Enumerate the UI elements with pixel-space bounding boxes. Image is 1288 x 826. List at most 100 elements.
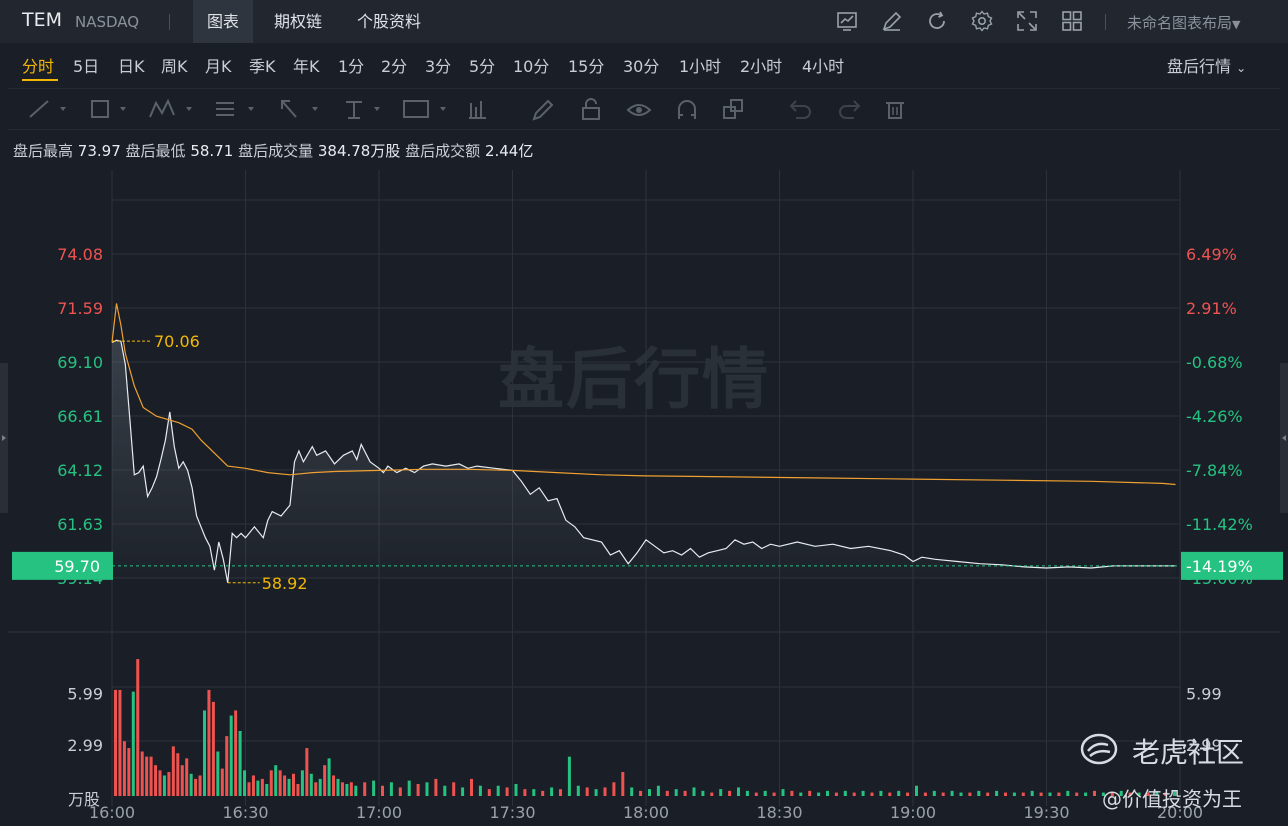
time-tick-label: 17:30 — [489, 803, 535, 822]
volume-bar — [278, 770, 282, 796]
volume-bar — [941, 792, 945, 796]
volume-bar — [300, 770, 304, 796]
volume-bar — [336, 778, 340, 796]
volume-bar — [505, 787, 509, 796]
volume-bar — [612, 782, 616, 796]
volume-bar — [323, 765, 327, 796]
volume-bar — [180, 765, 184, 796]
volume-bar — [162, 775, 166, 796]
volume-bar — [198, 775, 202, 796]
volume-bar — [826, 790, 829, 796]
volume-bar — [737, 787, 740, 796]
volume-bar — [122, 741, 126, 796]
volume-bar — [834, 792, 838, 796]
tiger-logo-icon — [1080, 733, 1118, 765]
volume-bar — [265, 784, 269, 796]
volume-bar — [292, 773, 295, 796]
volume-bar — [283, 775, 287, 796]
volume-bar — [932, 790, 936, 796]
volume-bar — [243, 770, 247, 796]
volume-bar — [550, 787, 554, 796]
volume-bar — [234, 710, 238, 796]
pct-tick-label: 2.91% — [1186, 299, 1237, 318]
time-tick-label: 19:30 — [1023, 803, 1069, 822]
price-tick-label: 71.59 — [57, 299, 103, 318]
volume-bar — [118, 689, 122, 796]
volume-bar — [140, 751, 144, 796]
volume-bar — [287, 778, 291, 796]
volume-bar — [154, 765, 158, 796]
volume-bar — [692, 787, 696, 796]
volume-bar — [354, 785, 358, 796]
volume-tick-label: 5.99 — [67, 685, 103, 704]
volume-bar — [131, 691, 135, 796]
volume-bar — [1066, 790, 1070, 796]
volume-bar — [968, 792, 972, 796]
volume-bar — [808, 790, 812, 796]
volume-bar — [461, 787, 465, 796]
pct-tick-label: -7.84% — [1186, 461, 1243, 480]
pct-tick-label: 6.49% — [1186, 245, 1237, 264]
volume-bar — [986, 792, 990, 796]
volume-bar — [309, 773, 313, 796]
volume-bar — [211, 701, 215, 796]
volume-bar — [559, 789, 562, 796]
brand-subtitle: @价值投资为王 — [1102, 787, 1242, 811]
time-tick-label: 18:00 — [623, 803, 669, 822]
volume-bar — [496, 785, 500, 796]
volume-bar — [1057, 792, 1061, 796]
volume-bar — [576, 785, 580, 796]
volume-bar — [345, 784, 349, 796]
volume-bar — [817, 792, 821, 796]
volume-bar — [772, 792, 776, 796]
volume-bar — [189, 773, 193, 796]
price-area-fill — [112, 340, 1176, 583]
volume-bar — [340, 782, 344, 796]
price-tick-label: 66.61 — [57, 407, 103, 426]
volume-bar — [487, 789, 491, 796]
volume-bar — [897, 790, 901, 796]
intraday-chart[interactable]: 74.0871.5969.1066.6164.1261.6359.146.49%… — [0, 0, 1288, 826]
volume-bar — [158, 770, 162, 796]
volume-bar — [220, 768, 224, 796]
volume-bar — [977, 790, 981, 796]
volume-bar — [176, 753, 180, 796]
volume-bar — [1021, 792, 1025, 796]
volume-bar — [194, 778, 198, 796]
volume-bar — [185, 758, 189, 796]
volume-bar — [621, 772, 625, 796]
volume-bar — [398, 787, 402, 796]
volume-bar — [906, 792, 910, 796]
volume-bar — [879, 790, 883, 796]
volume-bar — [683, 790, 687, 796]
volume-bar — [852, 792, 856, 796]
price-tick-label: 74.08 — [57, 245, 103, 264]
volume-tick-label: 5.99 — [1186, 685, 1222, 704]
price-tick-label: 64.12 — [57, 461, 103, 480]
pct-tick-label: -4.26% — [1186, 407, 1243, 426]
volume-bar — [995, 790, 999, 796]
volume-bar — [247, 782, 251, 796]
volume-bar — [256, 780, 260, 796]
volume-bar — [915, 785, 918, 796]
time-tick-label: 18:30 — [756, 803, 802, 822]
current-price-value: 59.70 — [54, 557, 100, 576]
volume-bar — [452, 782, 456, 796]
volume-bar — [1075, 792, 1079, 796]
volume-bar — [238, 730, 242, 796]
volume-bar — [639, 790, 643, 796]
pct-tick-label: -11.42% — [1186, 515, 1253, 534]
volume-bar — [665, 790, 669, 796]
volume-tick-label: 2.99 — [67, 736, 103, 755]
volume-bar — [603, 787, 607, 796]
volume-bar — [861, 790, 865, 796]
volume-bar — [425, 782, 429, 796]
volume-bar — [296, 784, 300, 796]
volume-unit-label: 万股 — [68, 790, 100, 809]
volume-bar — [541, 790, 545, 796]
volume-bar — [870, 792, 874, 796]
volume-bar — [470, 778, 473, 796]
volume-bar — [888, 792, 892, 796]
volume-bar — [318, 778, 322, 796]
volume-bar — [127, 748, 131, 796]
